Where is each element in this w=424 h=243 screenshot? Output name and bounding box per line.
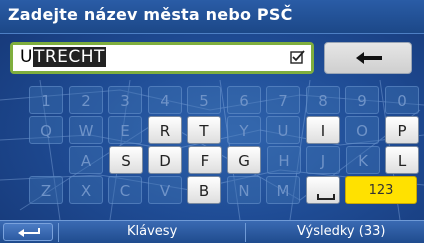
key-v: V bbox=[148, 176, 182, 204]
search-input[interactable]: UTRECHT bbox=[13, 45, 311, 71]
key-a: A bbox=[69, 146, 103, 174]
key-9: 9 bbox=[345, 86, 379, 114]
results-button[interactable]: Výsledky (33) bbox=[297, 224, 385, 239]
key-u: U bbox=[266, 116, 300, 144]
key-n: N bbox=[227, 176, 261, 204]
key-3: 3 bbox=[108, 86, 142, 114]
arrow-left-icon bbox=[356, 52, 382, 64]
key-j: J bbox=[306, 146, 340, 174]
key-e: E bbox=[108, 116, 142, 144]
divider bbox=[245, 223, 246, 242]
key-1: 1 bbox=[29, 86, 63, 114]
key-6: 6 bbox=[227, 86, 261, 114]
key-2: 2 bbox=[69, 86, 103, 114]
bottom-bar: Klávesy Výsledky (33) bbox=[0, 220, 424, 243]
key-p[interactable]: P bbox=[385, 116, 419, 144]
key-0: 0 bbox=[385, 86, 419, 114]
key-8: 8 bbox=[306, 86, 340, 114]
numbers-key[interactable]: 123 bbox=[345, 176, 417, 204]
key-y: Y bbox=[227, 116, 261, 144]
key-o: O bbox=[345, 116, 379, 144]
return-arrow-icon bbox=[18, 228, 40, 237]
key-7: 7 bbox=[266, 86, 300, 114]
key-h: H bbox=[267, 146, 301, 174]
key-i[interactable]: I bbox=[306, 116, 340, 144]
space-icon bbox=[317, 194, 335, 200]
title-bar: Zadejte název města nebo PSČ bbox=[0, 0, 424, 34]
key-l[interactable]: L bbox=[385, 146, 419, 174]
key-m: M bbox=[266, 176, 300, 204]
space-key[interactable] bbox=[306, 176, 340, 204]
key-t[interactable]: T bbox=[187, 116, 221, 144]
key-b[interactable]: B bbox=[187, 176, 221, 204]
search-input-value: UTRECHT bbox=[20, 47, 106, 67]
typed-text: U bbox=[20, 47, 33, 67]
key-5: 5 bbox=[187, 86, 221, 114]
autocomplete-text: TRECHT bbox=[32, 47, 106, 67]
back-button[interactable] bbox=[3, 223, 53, 241]
key-c: C bbox=[108, 176, 142, 204]
address-entry-screen: Zadejte název města nebo PSČ UTRECHT 123… bbox=[0, 0, 424, 243]
page-title: Zadejte název města nebo PSČ bbox=[8, 5, 293, 24]
key-d[interactable]: D bbox=[148, 146, 182, 174]
key-w: W bbox=[69, 116, 103, 144]
key-g[interactable]: G bbox=[227, 146, 261, 174]
key-r[interactable]: R bbox=[148, 116, 182, 144]
key-k: K bbox=[346, 146, 380, 174]
divider bbox=[58, 223, 59, 242]
key-f[interactable]: F bbox=[188, 146, 222, 174]
backspace-button[interactable] bbox=[324, 42, 412, 74]
checkbox-icon[interactable] bbox=[290, 50, 305, 65]
key-q: Q bbox=[29, 116, 63, 144]
keys-button[interactable]: Klávesy bbox=[127, 224, 177, 239]
key-x: X bbox=[69, 176, 103, 204]
search-input-frame[interactable]: UTRECHT bbox=[10, 42, 314, 74]
key-4: 4 bbox=[148, 86, 182, 114]
key-z: Z bbox=[29, 176, 63, 204]
key-s[interactable]: S bbox=[109, 146, 143, 174]
